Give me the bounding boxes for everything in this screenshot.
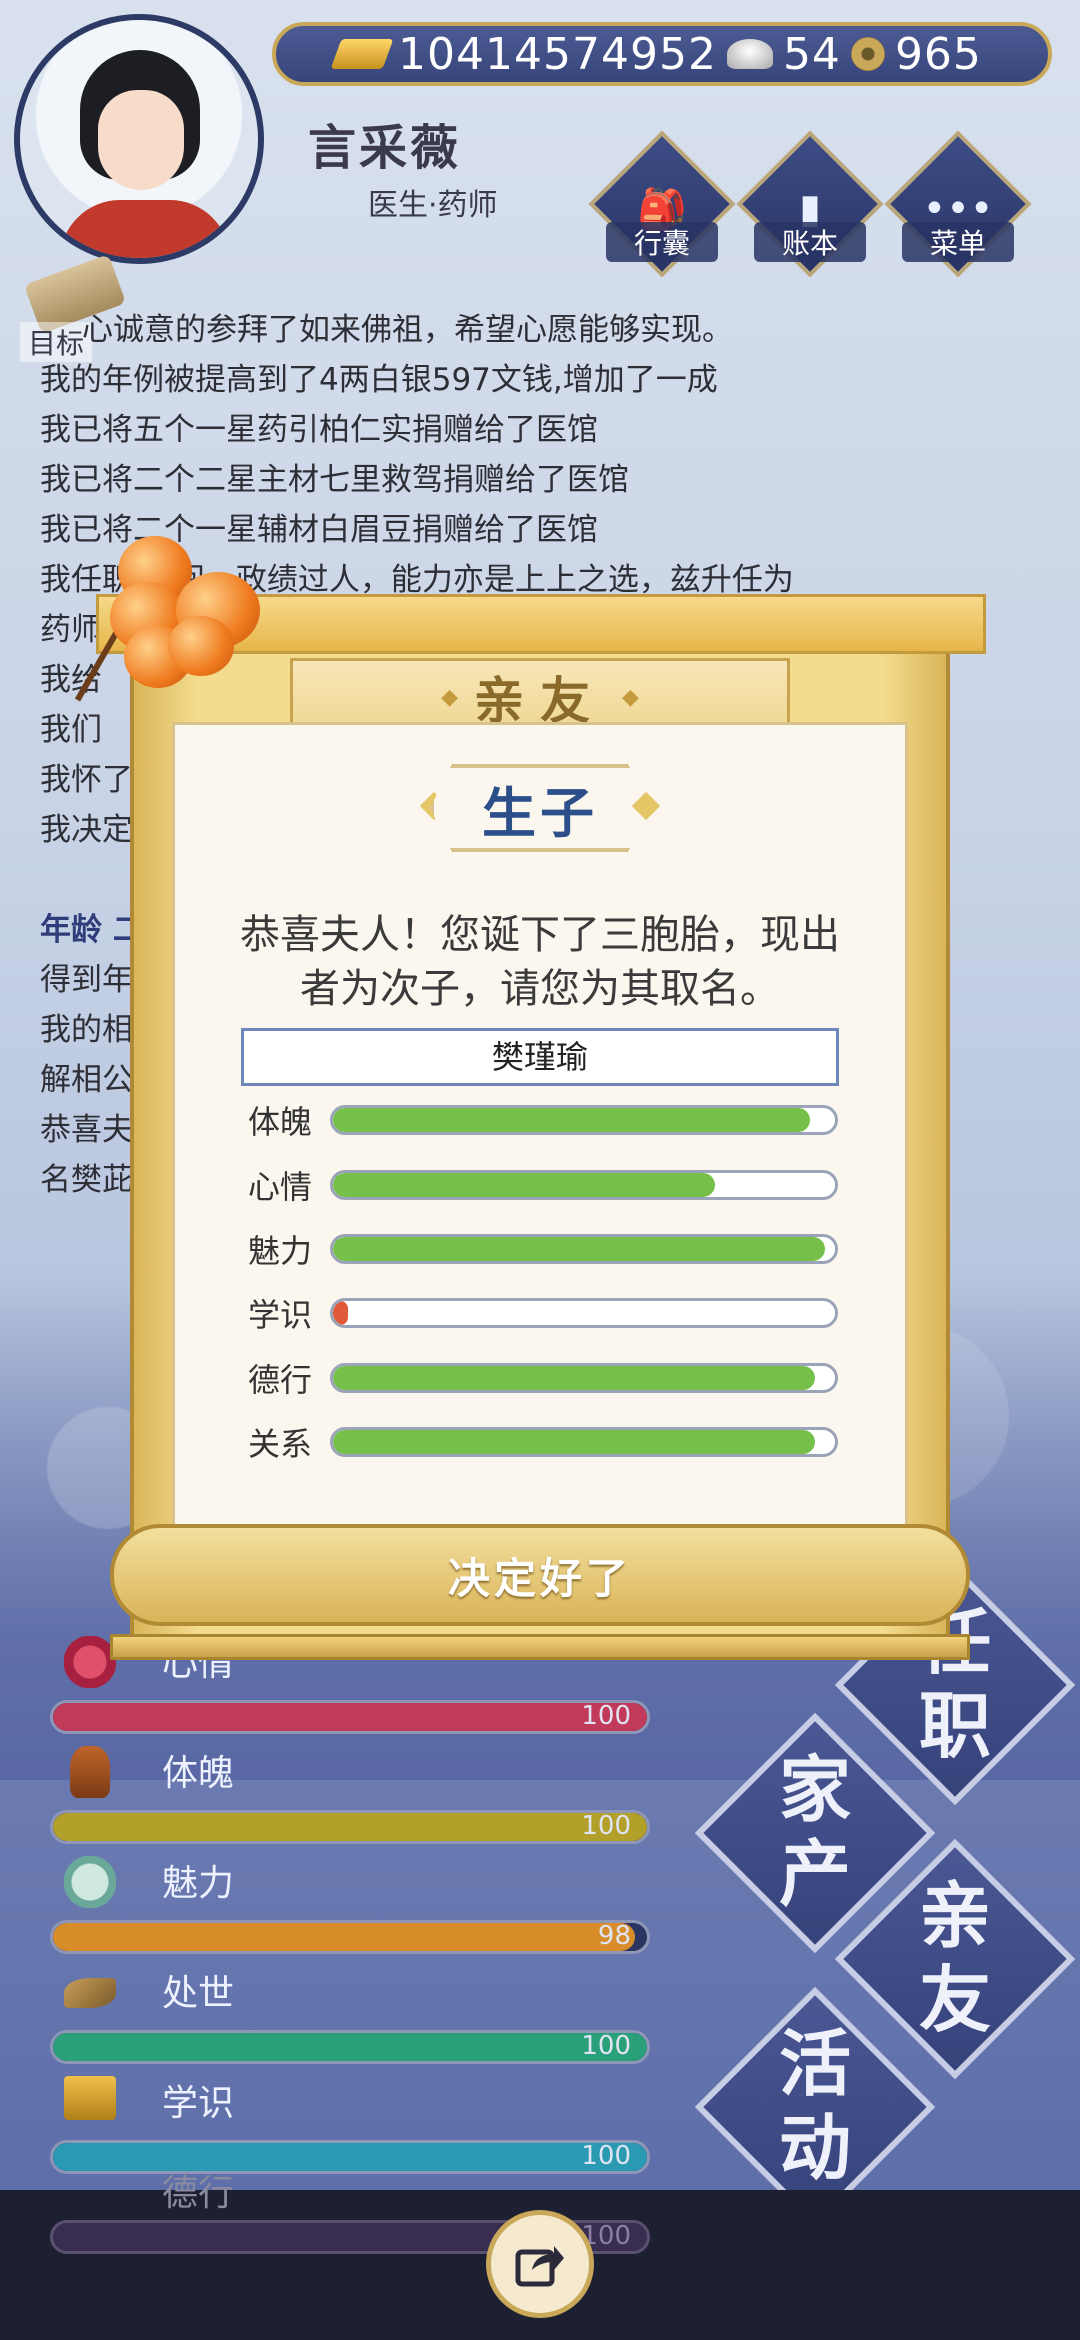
diamond-deco-icon: ◆ — [622, 684, 639, 710]
bottom-stat-value: 98 — [597, 1921, 631, 1951]
bottom-stat-fill — [53, 1703, 647, 1731]
flower-icon — [64, 1636, 116, 1688]
silver-amount: 54 — [782, 28, 841, 80]
child-stat-row: 心情 — [248, 1165, 838, 1206]
log-line: 我已将二个一星辅材白眉豆捐赠给了医馆 — [40, 512, 598, 548]
child-name-input[interactable]: 樊瑾瑜 — [241, 1028, 839, 1086]
dialog-base — [110, 1634, 970, 1660]
confirm-label: 决定好了 — [447, 1553, 632, 1603]
diamond-deco-icon: ◆ — [441, 684, 458, 710]
child-stat-bar — [330, 1298, 838, 1328]
dialog-subtitle: 生子 — [482, 781, 598, 845]
child-stat-label: 学识 — [248, 1296, 313, 1334]
log-line: 我的年例被提高到了4两白银597文钱,增加了一成 — [40, 362, 718, 398]
tile-family-label: 亲友 — [918, 1874, 991, 2042]
books-icon — [64, 2076, 116, 2120]
tile-property-label: 家产 — [778, 1748, 851, 1916]
bag-label: 行囊 — [606, 222, 718, 262]
message-line: 者为次子，请您为其取名。 — [300, 966, 780, 1012]
child-stat-row: 德行 — [248, 1358, 838, 1399]
bottom-stat-value: 100 — [581, 1811, 631, 1841]
bottom-stat-fill — [53, 2033, 647, 2061]
vase-icon — [70, 1746, 110, 1798]
bottom-stat-fill — [53, 1923, 636, 1951]
child-stat-row: 体魄 — [248, 1100, 838, 1141]
bottom-stat-fill — [53, 2143, 647, 2171]
player-name: 言采薇 — [308, 120, 462, 176]
bottom-stat-label: 魅力 — [162, 1863, 235, 1904]
bottom-stat-label: 学识 — [162, 2083, 235, 2124]
menu-label: 菜单 — [902, 222, 1014, 262]
child-stat-fill — [333, 1301, 349, 1325]
child-stat-label: 心情 — [248, 1168, 313, 1206]
dialog-message: 恭喜夫人！您诞下了三胞胎，现出 者为次子，请您为其取名。 — [200, 908, 880, 1016]
log-line: 我已将五个一星药引柏仁实捐赠给了医馆 — [40, 412, 598, 448]
child-stat-label: 德行 — [248, 1361, 313, 1399]
child-stat-row: 关系 — [248, 1422, 838, 1463]
silver-ingot-icon — [726, 39, 773, 69]
child-stat-label: 魅力 — [248, 1232, 313, 1270]
bottom-stat-label: 体魄 — [162, 1753, 235, 1794]
child-stat-row: 学识 — [248, 1293, 838, 1334]
bottom-stat-value: 100 — [581, 1701, 631, 1731]
child-stat-label: 体魄 — [248, 1103, 313, 1141]
child-stat-bar — [330, 1427, 838, 1457]
bottom-stat-label: 德行 — [162, 2173, 235, 2214]
bottom-stat-value: 100 — [581, 2141, 631, 2171]
child-stat-label: 关系 — [248, 1425, 313, 1463]
child-stat-fill — [333, 1237, 825, 1261]
copper-coin-icon — [850, 37, 885, 71]
child-stat-fill — [333, 1108, 810, 1132]
confirm-button[interactable]: 决定好了 — [110, 1524, 970, 1626]
shoe-icon — [64, 1978, 116, 2008]
bottom-stat-value: 100 — [581, 2031, 631, 2061]
bottom-stat-label: 处世 — [162, 1973, 235, 2014]
currency-bar: 10414574952 54 965 — [272, 22, 1052, 86]
gold-ingot-icon — [330, 39, 394, 69]
dialog-subtitle-badge: 生子 — [430, 764, 650, 852]
log-line: 心诚意的参拜了如来佛祖，希望心愿能够实现。 — [82, 312, 733, 348]
tile-activity-label: 活动 — [778, 2022, 851, 2190]
candied-haw-icon — [168, 616, 234, 676]
log-line: 我已将二个二星主材七里救驾捐赠给了医馆 — [40, 462, 629, 498]
share-button[interactable] — [486, 2210, 594, 2318]
ledger-label: 账本 — [754, 222, 866, 262]
child-stat-fill — [333, 1430, 815, 1454]
gold-amount: 10414574952 — [398, 28, 717, 80]
child-stat-fill — [333, 1366, 815, 1390]
player-title: 医生·药师 — [368, 188, 498, 223]
child-stat-bar — [330, 1363, 838, 1393]
mirror-icon — [64, 1856, 116, 1908]
child-stat-bar — [330, 1234, 838, 1264]
child-stat-bar — [330, 1170, 838, 1200]
share-icon — [515, 2246, 564, 2287]
child-stat-bar — [330, 1105, 838, 1135]
child-stat-row: 魅力 — [248, 1229, 838, 1270]
avatar[interactable] — [14, 14, 264, 264]
child-stat-fill — [333, 1173, 715, 1197]
message-line: 恭喜夫人！您诞下了三胞胎，现出 — [240, 912, 840, 958]
bottom-stat-fill — [53, 1813, 647, 1841]
coin-amount: 965 — [894, 28, 982, 80]
